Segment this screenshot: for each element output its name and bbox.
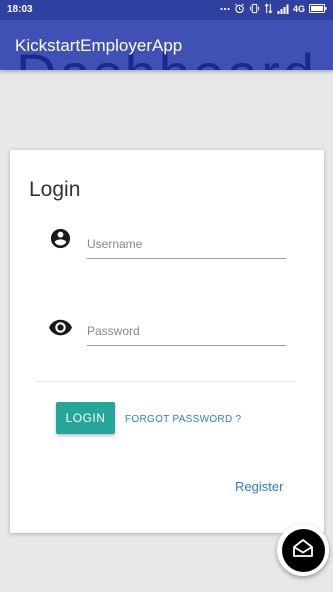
divider xyxy=(36,381,296,382)
register-link[interactable]: Register xyxy=(235,479,283,494)
password-input[interactable] xyxy=(87,316,286,346)
floating-action-button[interactable] xyxy=(277,524,329,576)
vibrate-icon xyxy=(249,3,260,14)
app-bar: Dashboard KickstartEmployerApp xyxy=(0,20,333,70)
status-time: 18:03 xyxy=(7,4,33,15)
fab-inner xyxy=(281,528,325,572)
login-title: Login xyxy=(29,178,81,201)
open-envelope-icon xyxy=(291,537,315,564)
username-input[interactable] xyxy=(87,229,286,259)
account-circle-icon xyxy=(49,227,72,255)
data-arrows-icon xyxy=(264,3,273,14)
login-card: Login LOGIN FORGOT PASSWORD ? Register xyxy=(10,150,324,533)
network-type: 4G xyxy=(292,3,305,14)
status-bar: 18:03 4G xyxy=(0,0,333,20)
alarm-icon xyxy=(234,3,245,14)
app-title: KickstartEmployerApp xyxy=(15,36,183,55)
eye-icon xyxy=(48,315,73,345)
battery-icon xyxy=(309,4,327,13)
status-icons: 4G xyxy=(220,3,327,14)
signal-icon xyxy=(277,4,289,14)
login-button[interactable]: LOGIN xyxy=(56,402,115,434)
more-dots-icon xyxy=(220,4,230,14)
forgot-password-link[interactable]: FORGOT PASSWORD ? xyxy=(125,414,241,425)
